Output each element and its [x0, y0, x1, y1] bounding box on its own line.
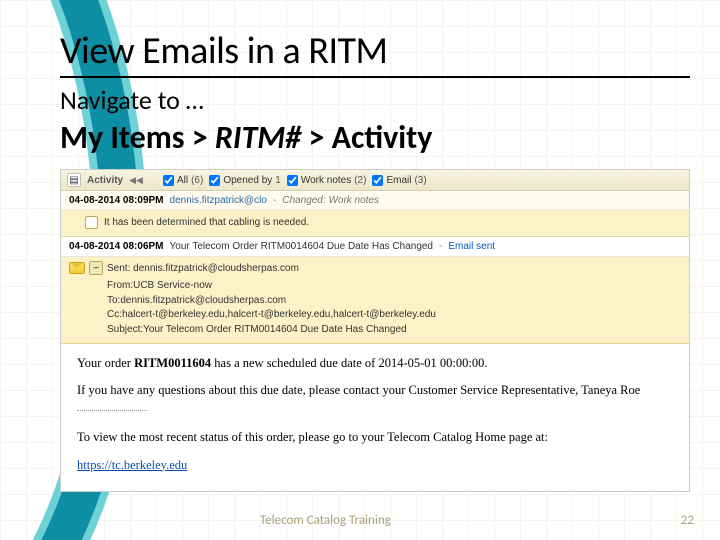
email-to: To:dennis.fitzpatrick@cloudsherpas.com: [107, 295, 286, 306]
breadcrumb-activity: Activity: [332, 118, 433, 157]
email-sent: Sent: dennis.fitzpatrick@cloudsherpas.co…: [107, 263, 299, 274]
email-cc: Cc:halcert-t@berkeley.edu,halcert-t@berk…: [107, 309, 436, 320]
email-status: Email sent: [448, 241, 495, 252]
page-number: 22: [681, 513, 694, 528]
entry-timestamp: 04-08-2014 08:09PM: [69, 195, 164, 206]
collapse-icon[interactable]: −: [89, 261, 103, 275]
email-entry-header: 04-08-2014 08:06PM Your Telecom Order RI…: [61, 237, 689, 257]
entry-author: dennis.fitzpatrick@clo: [170, 195, 267, 206]
entry-changed-label: Changed: Work notes: [282, 195, 379, 206]
chevron-left-icon[interactable]: ◀◀: [129, 175, 143, 186]
slide-footer: Telecom Catalog Training 22: [0, 513, 694, 528]
body-line-1: Your order RITM0011604 has a new schedul…: [77, 354, 673, 373]
email-subject: Subject:Your Telecom Order RITM0014604 D…: [107, 324, 407, 335]
email-body: Your order RITM0011604 has a new schedul…: [61, 344, 689, 491]
breadcrumb-ritm: RITM#: [215, 118, 301, 157]
activity-panel: ▤ Activity ◀◀ All (6) Opened by 1 Work n…: [60, 169, 690, 492]
note-icon: [85, 216, 98, 229]
activity-label: Activity: [87, 175, 123, 186]
body-line-3: To view the most recent status of this o…: [77, 428, 673, 447]
breadcrumb: My Items > RITM# > Activity: [60, 118, 690, 157]
slide-title: View Emails in a RITM: [60, 28, 690, 78]
expand-icon[interactable]: ▤: [67, 173, 81, 187]
email-from: From:UCB Service-now: [107, 280, 212, 291]
slide-subtitle: Navigate to …: [60, 84, 690, 116]
breadcrumb-my-items: My Items: [60, 118, 185, 157]
email-metadata: From:UCB Service-now To:dennis.fitzpatri…: [61, 277, 689, 344]
envelope-icon[interactable]: [69, 262, 85, 274]
footer-text: Telecom Catalog Training: [260, 513, 391, 528]
email-title: Your Telecom Order RITM0014604 Due Date …: [170, 241, 433, 252]
work-note-text: It has been determined that cabling is n…: [104, 217, 309, 228]
slide-content: View Emails in a RITM Navigate to … My I…: [60, 28, 690, 522]
filter-email[interactable]: Email (3): [372, 175, 426, 186]
filter-all[interactable]: All (6): [163, 175, 203, 186]
work-note-body: It has been determined that cabling is n…: [61, 211, 689, 237]
filter-opened-by[interactable]: Opened by 1: [209, 175, 281, 186]
activity-toolbar: ▤ Activity ◀◀ All (6) Opened by 1 Work n…: [61, 170, 689, 191]
body-link[interactable]: https://tc.berkeley.edu: [77, 458, 187, 472]
body-line-2: If you have any questions about this due…: [77, 381, 673, 420]
email-timestamp: 04-08-2014 08:06PM: [69, 241, 164, 252]
filter-work-notes[interactable]: Work notes (2): [287, 175, 367, 186]
activity-entry-header: 04-08-2014 08:09PM dennis.fitzpatrick@cl…: [61, 191, 689, 211]
email-envelope-row: − Sent: dennis.fitzpatrick@cloudsherpas.…: [61, 257, 689, 277]
